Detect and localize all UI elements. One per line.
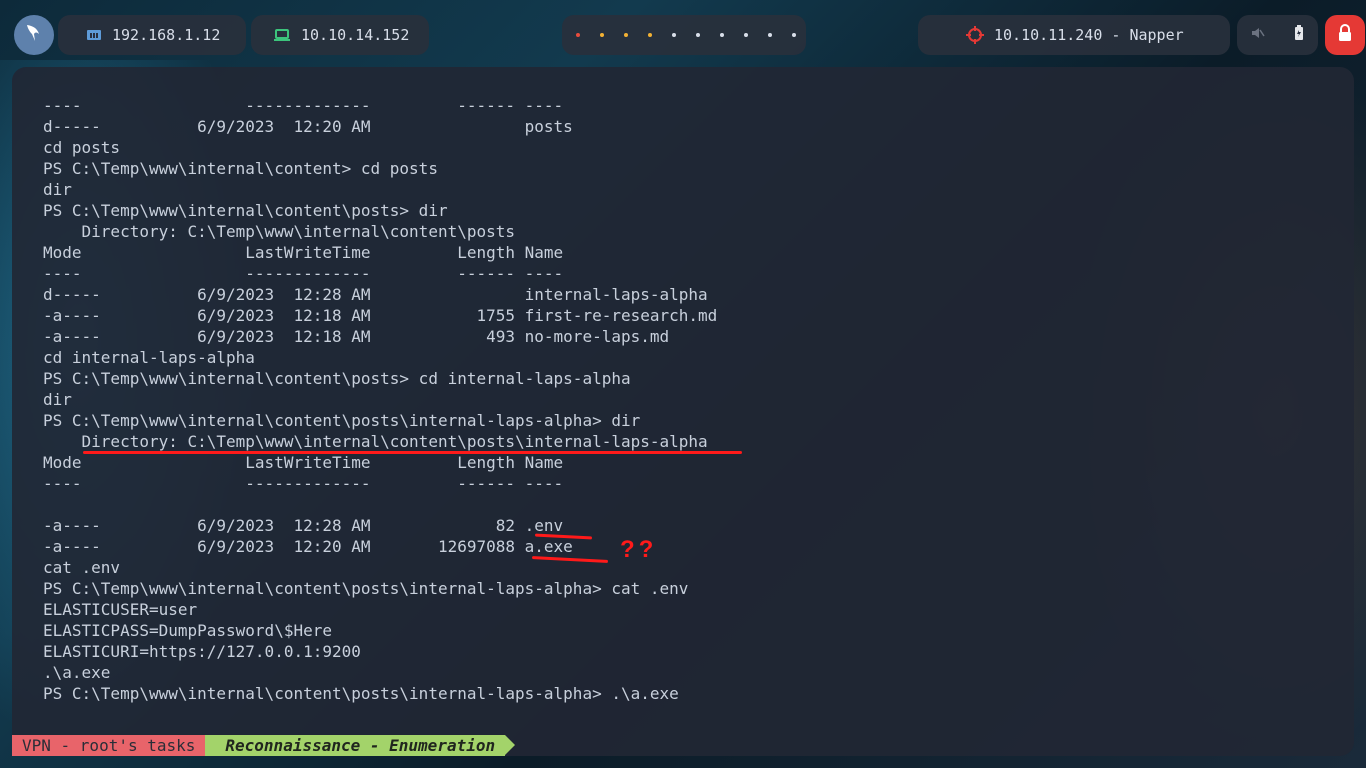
workspace-dot-10[interactable] bbox=[792, 33, 796, 37]
target-text: 10.10.11.240 - Napper bbox=[994, 26, 1184, 44]
workspace-dot-3[interactable] bbox=[624, 33, 628, 37]
local-ip-text: 192.168.1.12 bbox=[112, 26, 221, 44]
terminal-line: ---- ------------- ------ ---- bbox=[43, 264, 564, 283]
workspace-dot-2[interactable] bbox=[600, 33, 604, 37]
terminal-line: cat .env bbox=[43, 558, 121, 577]
lock-button[interactable] bbox=[1325, 15, 1365, 55]
annotation-question-marks: ?? bbox=[620, 536, 658, 563]
terminal-line: PS C:\Temp\www\internal\content\posts\in… bbox=[43, 684, 679, 703]
network-icon bbox=[86, 28, 102, 42]
terminal-line: d----- 6/9/2023 12:28 AM internal-laps-a… bbox=[43, 285, 708, 304]
target-widget[interactable]: 10.10.11.240 - Napper bbox=[918, 15, 1230, 55]
terminal-line: dir bbox=[43, 390, 72, 409]
workspace-dot-8[interactable] bbox=[744, 33, 748, 37]
terminal-line: cd internal-laps-alpha bbox=[43, 348, 255, 367]
battery-icon[interactable] bbox=[1294, 25, 1304, 45]
laptop-icon bbox=[273, 28, 291, 42]
terminal-line: ---- ------------- ------ ---- bbox=[43, 96, 564, 115]
session-label[interactable]: VPN - root's tasks bbox=[12, 735, 216, 756]
status-bar: VPN - root's tasks Reconnaissance - Enum… bbox=[12, 735, 515, 756]
local-ip-widget[interactable]: 192.168.1.12 bbox=[58, 15, 246, 55]
terminal-line: ---- ------------- ------ ---- bbox=[43, 474, 564, 493]
workspace-dot-4[interactable] bbox=[648, 33, 652, 37]
workspace-dot-9[interactable] bbox=[768, 33, 772, 37]
workspace-dot-1[interactable] bbox=[576, 33, 580, 37]
terminal-line: PS C:\Temp\www\internal\content\posts> c… bbox=[43, 369, 631, 388]
terminal-line: Directory: C:\Temp\www\internal\content\… bbox=[43, 432, 708, 451]
vpn-ip-widget[interactable]: 10.10.14.152 bbox=[251, 15, 429, 55]
terminal-window[interactable]: ---- ------------- ------ ---- d----- 6/9… bbox=[12, 67, 1354, 756]
annotation-underline-directory bbox=[83, 451, 742, 454]
terminal-line: PS C:\Temp\www\internal\content> cd post… bbox=[43, 159, 438, 178]
crosshair-icon bbox=[966, 26, 984, 44]
active-window-label[interactable]: Reconnaissance - Enumeration bbox=[205, 735, 515, 756]
top-bar: 192.168.1.12 10.10.14.152 10.10.11.240 -… bbox=[0, 0, 1366, 70]
terminal-line: Mode LastWriteTime Length Name bbox=[43, 453, 564, 472]
workspace-dot-6[interactable] bbox=[696, 33, 700, 37]
terminal-line: PS C:\Temp\www\internal\content\posts> d… bbox=[43, 201, 448, 220]
workspace-dot-7[interactable] bbox=[720, 33, 724, 37]
terminal-line: -a---- 6/9/2023 12:18 AM 493 no-more-lap… bbox=[43, 327, 670, 346]
system-tray bbox=[1237, 15, 1318, 55]
dragon-logo-icon bbox=[23, 22, 45, 48]
lock-icon bbox=[1337, 24, 1353, 46]
terminal-line: dir bbox=[43, 180, 72, 199]
app-launcher-button[interactable] bbox=[14, 15, 54, 55]
workspace-dot-5[interactable] bbox=[672, 33, 676, 37]
terminal-line: -a---- 6/9/2023 12:20 AM 12697088 a.exe bbox=[43, 537, 573, 556]
terminal-line: -a---- 6/9/2023 12:28 AM 82 .env bbox=[43, 516, 564, 535]
terminal-line: cd posts bbox=[43, 138, 121, 157]
terminal-line: -a---- 6/9/2023 12:18 AM 1755 first-re-r… bbox=[43, 306, 718, 325]
terminal-line: Mode LastWriteTime Length Name bbox=[43, 243, 564, 262]
terminal-line: PS C:\Temp\www\internal\content\posts\in… bbox=[43, 579, 689, 598]
terminal-line: Directory: C:\Temp\www\internal\content\… bbox=[43, 222, 516, 241]
workspace-indicator[interactable] bbox=[562, 15, 806, 55]
terminal-output: ---- ------------- ------ ---- d----- 6/9… bbox=[43, 95, 717, 704]
terminal-line: ELASTICUSER=user bbox=[43, 600, 198, 619]
terminal-line: ELASTICURI=https://127.0.0.1:9200 bbox=[43, 642, 361, 661]
vpn-ip-text: 10.10.14.152 bbox=[301, 26, 410, 44]
terminal-line: ELASTICPASS=DumpPassword\$Here bbox=[43, 621, 332, 640]
volume-muted-icon[interactable] bbox=[1251, 26, 1265, 44]
terminal-line: PS C:\Temp\www\internal\content\posts\in… bbox=[43, 411, 641, 430]
terminal-line: .\a.exe bbox=[43, 663, 111, 682]
terminal-line: d----- 6/9/2023 12:20 AM posts bbox=[43, 117, 573, 136]
